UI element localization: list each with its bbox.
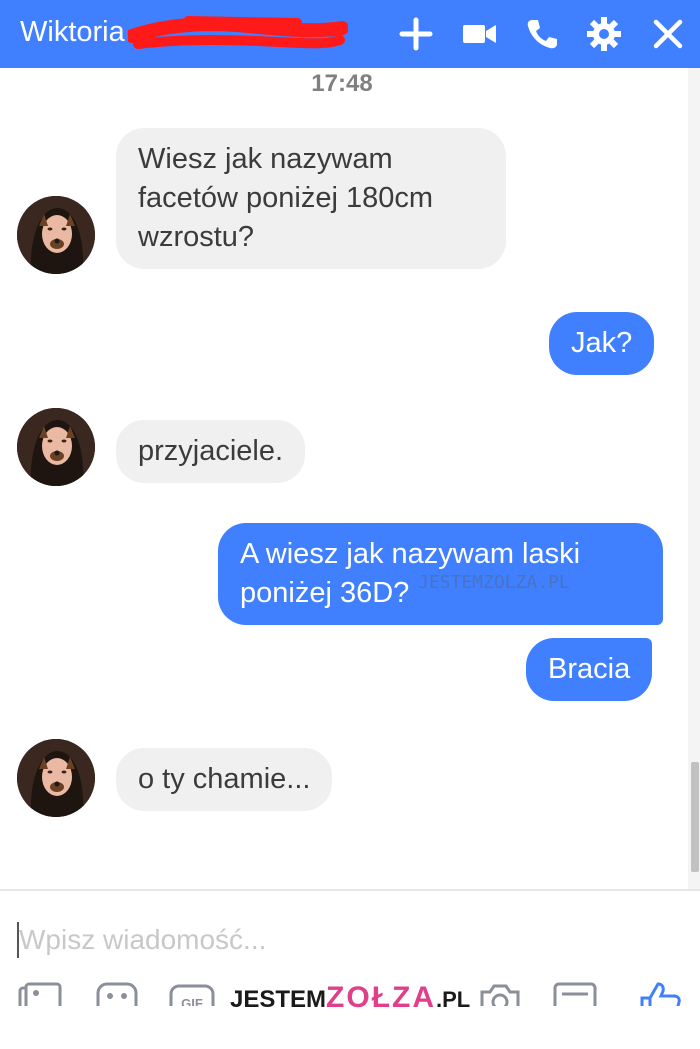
avatar[interactable] xyxy=(17,196,95,274)
watermark-brand-left: JESTEM xyxy=(230,986,327,1013)
redaction-scribble xyxy=(128,16,348,49)
message-line: Bracia xyxy=(548,653,631,685)
watermark-logo: JESTEMZOŁZA.PL xyxy=(222,978,479,1018)
phone-icon[interactable] xyxy=(522,14,562,54)
message-bubble-incoming[interactable]: o ty chamie... xyxy=(116,748,333,811)
message-line: facetów poniżej 180cm xyxy=(138,182,433,214)
gif-icon[interactable]: GIF xyxy=(168,980,216,1006)
message-line: Wiesz jak nazywam xyxy=(138,143,393,175)
composer xyxy=(17,920,677,960)
message-bubble-incoming[interactable]: Wiesz jak nazywam facetów poniżej 180cm … xyxy=(116,128,506,269)
watermark-brand-mid: ZOŁZA xyxy=(326,981,437,1014)
gear-icon[interactable] xyxy=(584,14,624,54)
composer-divider xyxy=(0,889,700,891)
avatar[interactable] xyxy=(17,739,95,817)
close-icon[interactable] xyxy=(648,14,688,54)
plus-icon[interactable] xyxy=(396,14,436,54)
message-bubble-outgoing[interactable]: Jak? xyxy=(549,312,655,375)
thumbs-up-icon[interactable] xyxy=(636,980,684,1006)
message-timestamp: 17:48 xyxy=(311,70,373,97)
svg-text:GIF: GIF xyxy=(181,996,203,1006)
camera-icon[interactable] xyxy=(476,980,524,1006)
message-line: A wiesz jak nazywam laski xyxy=(240,538,581,570)
watermark-text: JESTEMZOLZA.PL xyxy=(418,572,570,593)
chat-header: Wiktoria xyxy=(0,0,700,68)
contact-name[interactable]: Wiktoria xyxy=(20,16,125,49)
avatar[interactable] xyxy=(17,408,95,486)
watermark-brand-right: .PL xyxy=(436,987,471,1012)
message-input[interactable] xyxy=(19,920,619,960)
message-line: Jak? xyxy=(571,327,633,359)
message-line: o ty chamie... xyxy=(138,763,311,795)
message-line: przyjaciele. xyxy=(138,435,284,467)
message-bubble-outgoing[interactable]: Bracia xyxy=(526,638,653,701)
message-bubble-incoming[interactable]: przyjaciele. xyxy=(116,420,306,483)
message-line: wzrostu? xyxy=(138,221,255,253)
sticker-icon[interactable] xyxy=(94,980,142,1006)
video-camera-icon[interactable] xyxy=(460,14,500,54)
emoji-icon[interactable] xyxy=(552,980,600,1006)
scrollbar-thumb[interactable] xyxy=(691,762,699,872)
image-icon[interactable] xyxy=(16,980,64,1006)
